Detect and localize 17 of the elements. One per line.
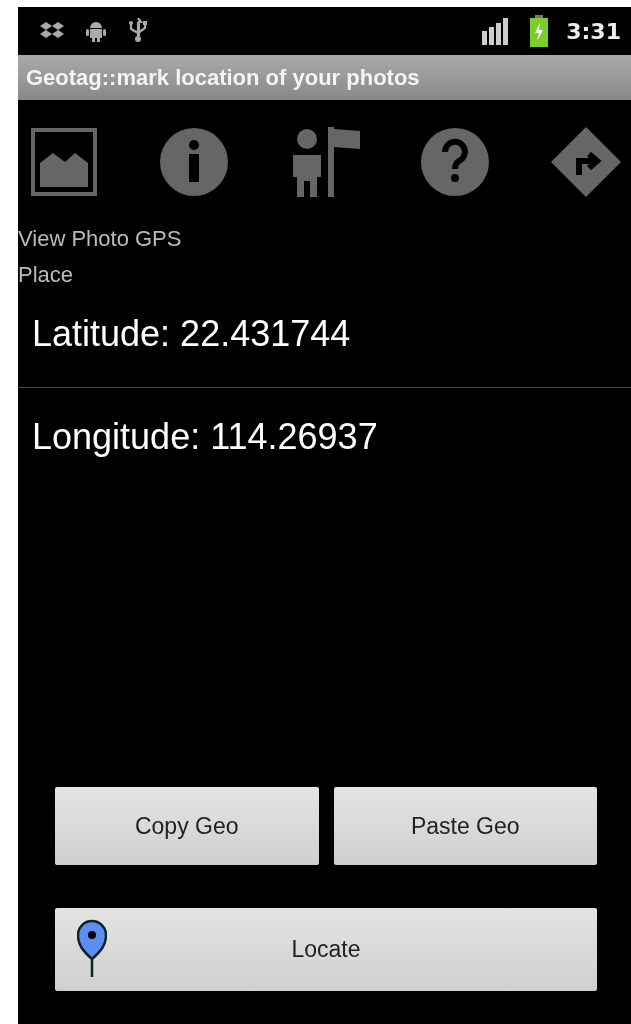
robot-icon bbox=[86, 20, 106, 42]
usb-icon bbox=[128, 18, 148, 44]
geo-button[interactable]: Paste Geo bbox=[333, 787, 597, 865]
info-icon[interactable] bbox=[159, 128, 228, 196]
directions-icon[interactable] bbox=[551, 127, 621, 197]
image-icon[interactable] bbox=[30, 127, 98, 197]
coordinate-text: Latitude: 22.431744 bbox=[31, 312, 352, 356]
coordinate-text: Longitude: 114.26937 bbox=[31, 415, 379, 459]
box-icon bbox=[40, 21, 64, 41]
clock-time: 3:31 bbox=[566, 18, 621, 44]
geo-button[interactable]: Copy Geo bbox=[55, 787, 319, 865]
map-pin-icon bbox=[77, 919, 107, 979]
help-icon[interactable] bbox=[421, 128, 490, 196]
battery-icon bbox=[530, 15, 549, 47]
locate-button[interactable]: Locate bbox=[55, 908, 597, 991]
caption-text: View Photo GPS Place bbox=[18, 225, 183, 289]
app-title: Geotag::mark location of your photos bbox=[26, 64, 420, 91]
